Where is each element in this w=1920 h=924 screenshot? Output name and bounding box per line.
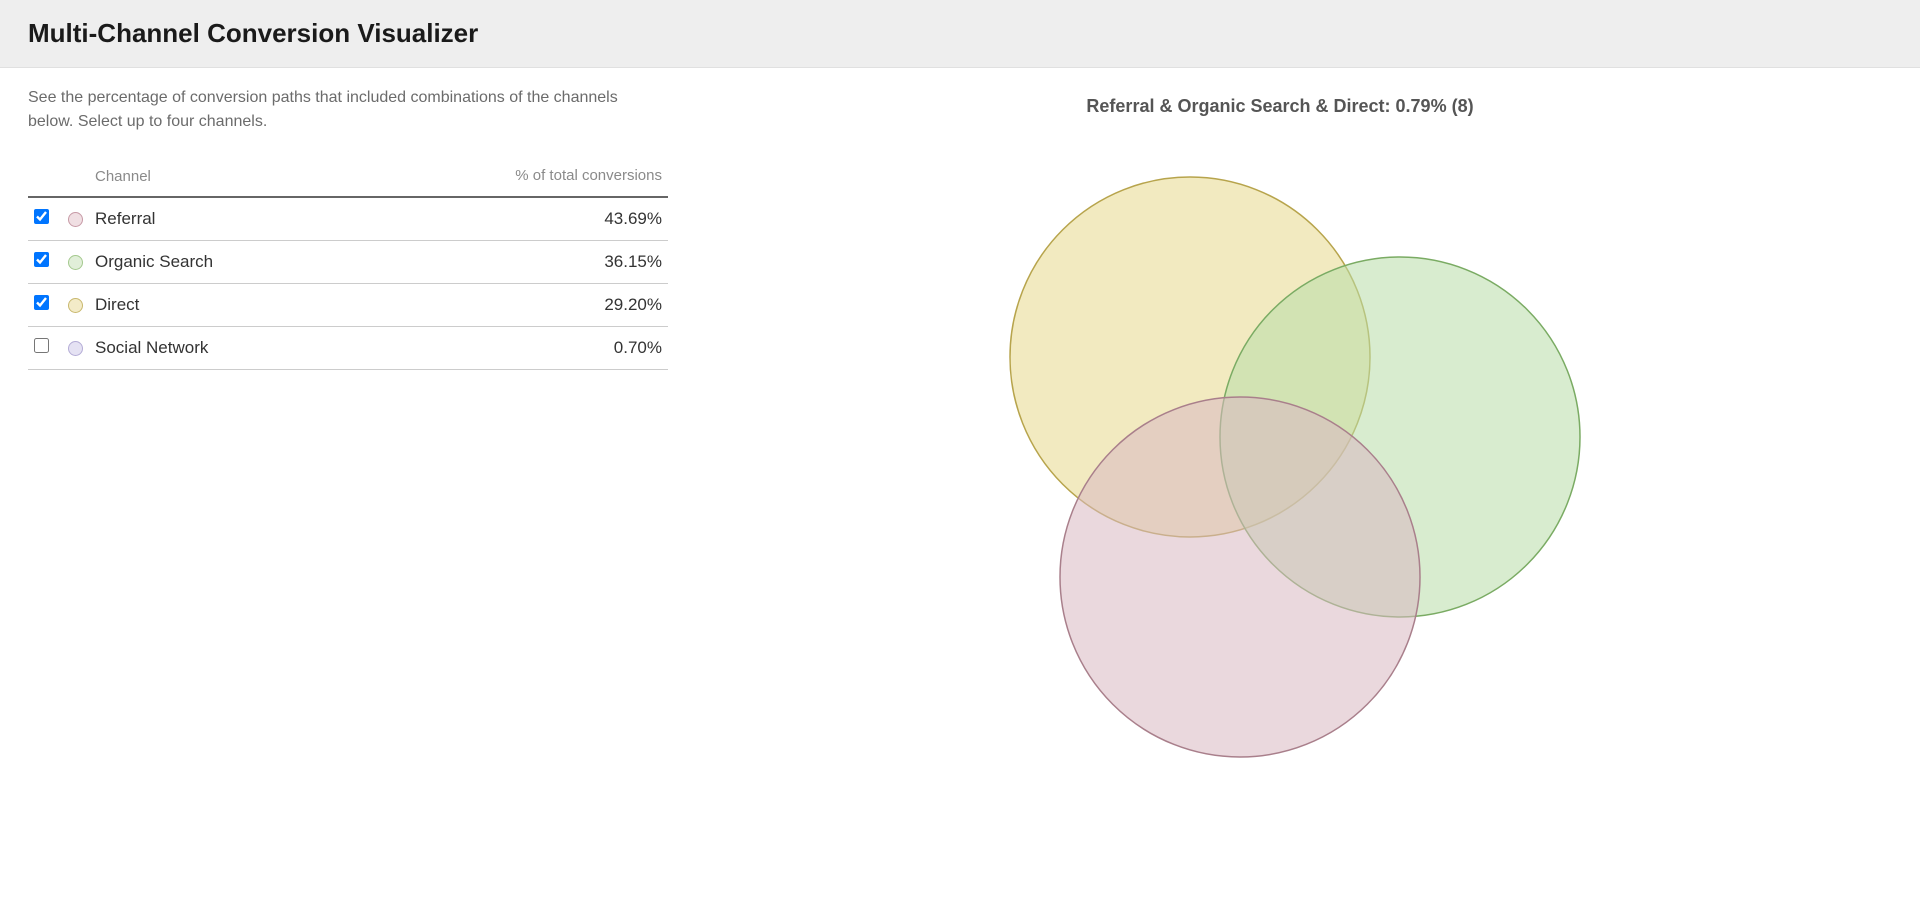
table-row: Organic Search36.15%	[28, 240, 668, 283]
table-header-percent: % of total conversions	[350, 159, 668, 197]
description-text: See the percentage of conversion paths t…	[28, 86, 648, 134]
channel-name: Organic Search	[89, 240, 350, 283]
right-column: Referral & Organic Search & Direct: 0.79…	[668, 86, 1892, 767]
channel-percent: 43.69%	[350, 197, 668, 241]
table-header-blank-checkbox	[28, 159, 62, 197]
header-bar: Multi-Channel Conversion Visualizer	[0, 0, 1920, 68]
venn-circle-referral[interactable]	[1060, 397, 1420, 757]
left-column: See the percentage of conversion paths t…	[28, 86, 668, 767]
channel-name: Direct	[89, 283, 350, 326]
channel-swatch-icon	[68, 212, 83, 227]
page-title: Multi-Channel Conversion Visualizer	[28, 18, 1892, 49]
table-row: Social Network0.70%	[28, 326, 668, 369]
channel-checkbox[interactable]	[34, 252, 49, 267]
channel-swatch-icon	[68, 255, 83, 270]
channel-checkbox[interactable]	[34, 295, 49, 310]
channel-name: Social Network	[89, 326, 350, 369]
channel-name: Referral	[89, 197, 350, 241]
table-header-channel: Channel	[89, 159, 350, 197]
venn-caption: Referral & Organic Search & Direct: 0.79…	[1086, 96, 1473, 117]
table-row: Referral43.69%	[28, 197, 668, 241]
venn-diagram	[970, 147, 1590, 767]
channel-checkbox[interactable]	[34, 209, 49, 224]
channel-table: Channel % of total conversions Referral4…	[28, 159, 668, 370]
channel-percent: 29.20%	[350, 283, 668, 326]
table-row: Direct29.20%	[28, 283, 668, 326]
main-content: See the percentage of conversion paths t…	[0, 68, 1920, 785]
channel-swatch-icon	[68, 298, 83, 313]
table-header-blank-swatch	[62, 159, 89, 197]
channel-checkbox[interactable]	[34, 338, 49, 353]
channel-swatch-icon	[68, 341, 83, 356]
channel-percent: 36.15%	[350, 240, 668, 283]
channel-percent: 0.70%	[350, 326, 668, 369]
